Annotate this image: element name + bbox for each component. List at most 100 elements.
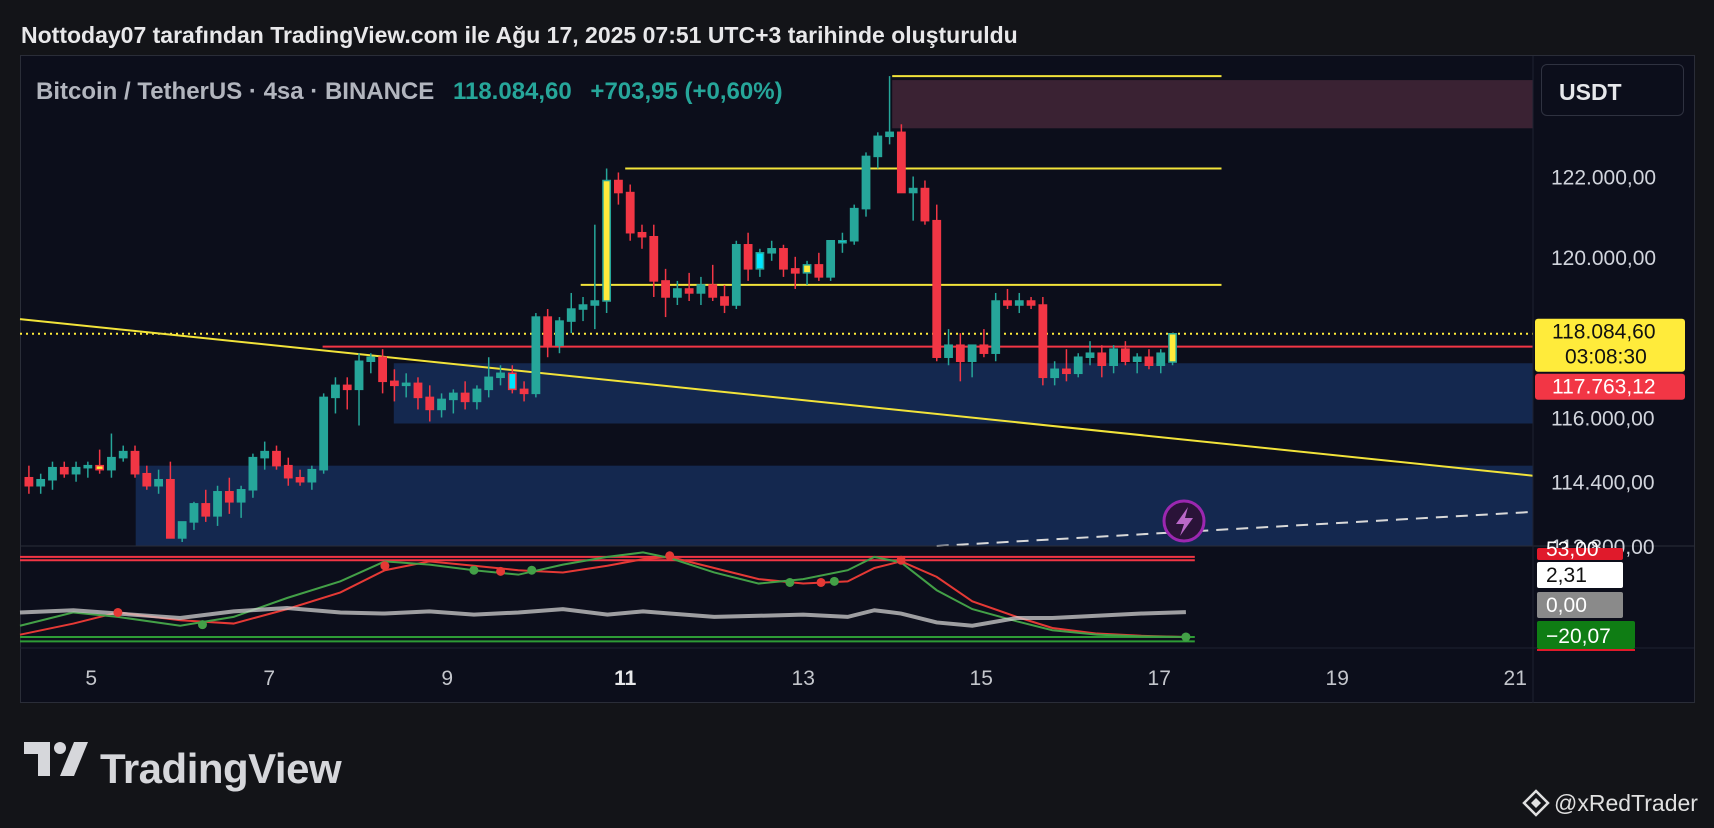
candle xyxy=(920,180,930,225)
time-tick-label: 9 xyxy=(441,667,453,690)
diamond-icon xyxy=(1522,789,1550,817)
candle xyxy=(661,268,670,318)
candle-body xyxy=(767,248,777,254)
price-tick-label: 114.400,00 xyxy=(1551,472,1655,495)
candle xyxy=(319,393,329,474)
watermark-text: @xRedTrader xyxy=(1554,790,1698,816)
time-tick-label: 7 xyxy=(263,667,275,690)
candle xyxy=(602,168,612,314)
time-tick-label: 21 xyxy=(1504,667,1527,690)
candle-body xyxy=(354,360,364,391)
oscillator-marker xyxy=(1181,632,1191,642)
candle xyxy=(896,124,906,194)
candle-body xyxy=(201,503,211,517)
candle-body xyxy=(849,207,859,242)
candle-body xyxy=(590,300,600,306)
candle-body xyxy=(519,388,529,395)
candle-body xyxy=(720,296,729,306)
candle xyxy=(1120,341,1130,366)
oscillator-marker xyxy=(496,566,506,576)
candle-body xyxy=(331,384,340,399)
candle-body xyxy=(743,244,753,270)
candle-body xyxy=(555,320,564,346)
oscillator-line xyxy=(19,555,1186,638)
candle-body xyxy=(142,472,152,487)
candle xyxy=(814,252,824,281)
red-level-label: 117.763,12 xyxy=(1552,376,1656,399)
oscillator-value-label: 2,31 xyxy=(1546,564,1587,587)
candle-body xyxy=(625,191,635,234)
candle xyxy=(566,292,576,334)
candle xyxy=(354,353,364,426)
candle-body xyxy=(224,491,234,503)
candle-body xyxy=(531,316,541,395)
candle xyxy=(1014,292,1024,314)
candle-body xyxy=(460,392,470,403)
candle-body xyxy=(1014,300,1024,306)
oscillator-marker xyxy=(197,620,207,630)
candle xyxy=(861,152,871,217)
candle-body xyxy=(696,284,706,294)
candle-body xyxy=(896,131,906,194)
candle-body xyxy=(908,187,918,194)
time-tick-label: 5 xyxy=(85,667,97,690)
candle-body xyxy=(342,384,352,391)
tradingview-logo-icon xyxy=(24,742,88,776)
candle-body xyxy=(1085,352,1095,358)
candle xyxy=(272,445,281,470)
oscillator-marker xyxy=(829,576,839,586)
candle xyxy=(779,244,788,277)
currency-button[interactable]: USDT xyxy=(1541,64,1684,116)
oscillator-marker xyxy=(469,565,479,575)
demand-zone xyxy=(135,465,1534,546)
time-tick-label: 19 xyxy=(1326,667,1349,690)
candle xyxy=(802,260,812,285)
candle-body xyxy=(731,244,741,306)
candle-body xyxy=(260,450,270,459)
oscillator-line xyxy=(19,551,1186,638)
price-tick-label: 122.000,00 xyxy=(1551,166,1656,189)
candle-body xyxy=(684,288,694,294)
candle xyxy=(48,461,57,490)
candle-body xyxy=(484,376,494,391)
candle xyxy=(838,232,847,253)
candle-body xyxy=(661,280,670,298)
chart-canvas[interactable]: 124.000,00122.000,00120.000,00116.000,00… xyxy=(0,0,1714,828)
candle xyxy=(260,441,270,470)
symbol-price: 118.084,60 xyxy=(452,78,572,105)
candle-body xyxy=(189,503,199,523)
candle-body xyxy=(1097,352,1107,367)
time-tick-label: 13 xyxy=(792,667,815,690)
candle xyxy=(1073,353,1083,378)
candle xyxy=(885,76,894,145)
oscillator-marker xyxy=(380,561,390,571)
candle-body xyxy=(885,131,894,138)
oscillator-marker xyxy=(113,607,123,617)
candle xyxy=(83,461,93,478)
candle-body xyxy=(944,344,953,358)
candle xyxy=(826,240,836,281)
price-tick-label: 120.000,00 xyxy=(1551,247,1656,270)
candle-body xyxy=(507,372,517,391)
lightning-icon[interactable] xyxy=(1162,499,1206,543)
candle-body xyxy=(1038,304,1048,379)
candle xyxy=(1085,341,1095,366)
supply-zone xyxy=(892,80,1533,129)
candle xyxy=(625,184,635,241)
candle xyxy=(684,272,694,301)
oscillator-value-label: 53,00 xyxy=(1546,538,1599,561)
candle xyxy=(543,309,553,358)
candle-body xyxy=(118,450,128,459)
candle-body xyxy=(36,478,46,487)
candle xyxy=(849,204,859,245)
candle-body xyxy=(283,464,293,479)
candle xyxy=(743,232,753,281)
oscillator-marker xyxy=(527,565,537,575)
candle xyxy=(1038,296,1048,386)
candle-body xyxy=(967,344,977,362)
candle-body xyxy=(920,187,930,222)
oscillator-marker xyxy=(816,577,826,587)
candle-body xyxy=(319,396,329,471)
demand-zone xyxy=(393,363,1533,424)
candle-body xyxy=(496,372,505,379)
